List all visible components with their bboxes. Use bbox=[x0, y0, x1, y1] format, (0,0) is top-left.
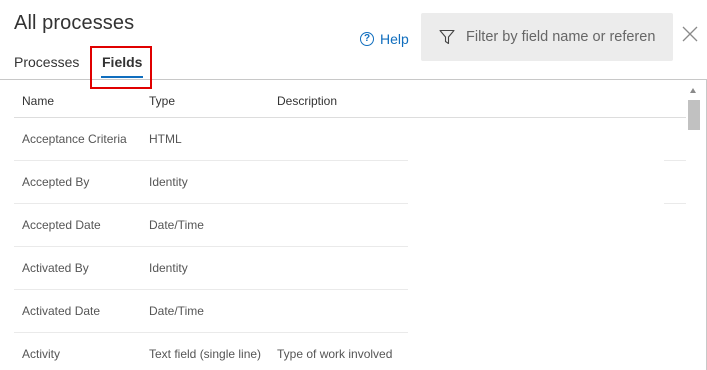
row-divider bbox=[664, 203, 686, 204]
fields-table: Name Type Description Acceptance Criteri… bbox=[14, 80, 686, 370]
help-label: Help bbox=[380, 31, 409, 47]
help-link[interactable]: ? Help bbox=[360, 30, 409, 48]
cell-name: Accepted Date bbox=[22, 218, 101, 232]
tab-bar: Processes Fields bbox=[0, 49, 707, 80]
filter-input[interactable] bbox=[466, 29, 666, 45]
scrollbar-thumb[interactable] bbox=[688, 100, 700, 130]
vertical-scrollbar[interactable] bbox=[686, 84, 702, 370]
row-divider bbox=[664, 160, 686, 161]
close-icon[interactable] bbox=[681, 25, 699, 43]
cell-type: Date/Time bbox=[149, 218, 204, 232]
table-row[interactable]: Activated Date Date/Time bbox=[14, 290, 408, 333]
table-row[interactable]: Acceptance Criteria HTML bbox=[14, 118, 408, 161]
table-row[interactable]: Accepted Date Date/Time bbox=[14, 204, 408, 247]
column-header-type[interactable]: Type bbox=[149, 94, 175, 108]
tab-active-indicator bbox=[101, 76, 144, 78]
cell-description: Type of work involved bbox=[277, 347, 393, 361]
cell-type: Identity bbox=[149, 175, 188, 189]
tab-fields-label: Fields bbox=[102, 54, 143, 70]
cell-name: Activated Date bbox=[22, 304, 101, 318]
table-row[interactable]: Activity Text field (single line) Type o… bbox=[14, 333, 408, 370]
funnel-icon bbox=[439, 29, 455, 45]
cell-name: Activity bbox=[22, 347, 61, 361]
cell-name: Acceptance Criteria bbox=[22, 132, 127, 146]
cell-name: Activated By bbox=[22, 261, 89, 275]
scroll-up-arrow-icon[interactable] bbox=[690, 88, 696, 93]
tab-processes[interactable]: Processes bbox=[14, 54, 79, 70]
page-title: All processes bbox=[14, 12, 135, 34]
cell-type: Date/Time bbox=[149, 304, 204, 318]
table-row[interactable]: Accepted By Identity bbox=[14, 161, 408, 204]
column-header-name[interactable]: Name bbox=[22, 94, 54, 108]
question-circle-icon: ? bbox=[360, 32, 374, 46]
column-header-description[interactable]: Description bbox=[277, 94, 337, 108]
cell-type: Text field (single line) bbox=[149, 347, 262, 361]
cell-name: Accepted By bbox=[22, 175, 90, 189]
cell-type: HTML bbox=[149, 132, 182, 146]
table-header: Name Type Description bbox=[14, 80, 686, 118]
cell-type: Identity bbox=[149, 261, 188, 275]
tab-fields[interactable]: Fields bbox=[101, 54, 144, 78]
table-row[interactable]: Activated By Identity bbox=[14, 247, 408, 290]
